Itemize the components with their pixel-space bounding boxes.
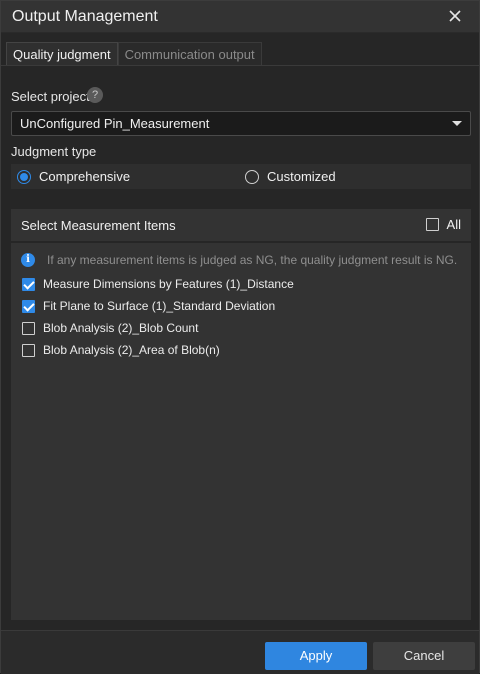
radio-comprehensive[interactable]: Comprehensive xyxy=(17,164,130,189)
info-text: If any measurement items is judged as NG… xyxy=(47,253,458,267)
dialog-footer: Apply Cancel xyxy=(1,630,479,674)
info-note: i If any measurement items is judged as … xyxy=(21,253,457,267)
dialog-title: Output Management xyxy=(12,8,158,25)
measurement-item-label: Measure Dimensions by Features (1)_Dista… xyxy=(43,277,294,291)
tab-communication-output[interactable]: Communication output xyxy=(117,42,262,66)
judgment-type-group: Comprehensive Customized xyxy=(11,164,471,189)
close-icon[interactable] xyxy=(447,8,463,24)
measurement-item-label: Blob Analysis (2)_Area of Blob(n) xyxy=(43,343,220,357)
info-icon: i xyxy=(21,253,35,267)
help-icon[interactable]: ? xyxy=(87,87,103,103)
select-all-label: All xyxy=(446,217,461,232)
dialog-body: Quality judgment Communication output Se… xyxy=(1,33,479,630)
radio-customized-label: Customized xyxy=(267,169,336,184)
judgment-type-label: Judgment type xyxy=(11,144,97,159)
checkbox-unchecked-icon xyxy=(22,343,35,357)
title-bar: Output Management xyxy=(1,1,479,33)
tab-bar: Quality judgment Communication output xyxy=(6,42,262,66)
project-select[interactable]: UnConfigured Pin_Measurement xyxy=(11,111,471,136)
measurement-items-list: i If any measurement items is judged as … xyxy=(11,243,471,620)
measurement-item-label: Blob Analysis (2)_Blob Count xyxy=(43,321,199,335)
tab-quality-judgment[interactable]: Quality judgment xyxy=(6,42,118,66)
measurement-item-std-deviation[interactable]: Fit Plane to Surface (1)_Standard Deviat… xyxy=(22,297,275,315)
measurement-items-title: Select Measurement Items xyxy=(21,218,176,233)
apply-button[interactable]: Apply xyxy=(265,642,367,670)
measurement-item-blob-area[interactable]: Blob Analysis (2)_Area of Blob(n) xyxy=(22,341,220,359)
cancel-button[interactable]: Cancel xyxy=(373,642,475,670)
output-management-dialog: Output Management Quality judgment Commu… xyxy=(0,0,480,674)
tab-divider xyxy=(1,65,479,66)
radio-selected-icon xyxy=(17,169,31,184)
radio-comprehensive-label: Comprehensive xyxy=(39,169,131,184)
checkbox-checked-icon xyxy=(22,299,35,313)
checkbox-checked-icon xyxy=(22,277,35,291)
checkbox-unchecked-icon xyxy=(425,218,439,231)
measurement-items-header: Select Measurement Items All xyxy=(11,209,471,241)
checkbox-unchecked-icon xyxy=(22,321,35,335)
measurement-item-distance[interactable]: Measure Dimensions by Features (1)_Dista… xyxy=(22,275,294,293)
project-select-value: UnConfigured Pin_Measurement xyxy=(20,116,210,131)
radio-unselected-icon xyxy=(245,169,259,184)
radio-customized[interactable]: Customized xyxy=(245,164,336,189)
measurement-item-blob-count[interactable]: Blob Analysis (2)_Blob Count xyxy=(22,319,198,337)
select-all-checkbox[interactable]: All xyxy=(425,217,461,232)
chevron-down-icon xyxy=(452,121,462,126)
select-project-label: Select project xyxy=(11,89,90,104)
measurement-item-label: Fit Plane to Surface (1)_Standard Deviat… xyxy=(43,299,276,313)
